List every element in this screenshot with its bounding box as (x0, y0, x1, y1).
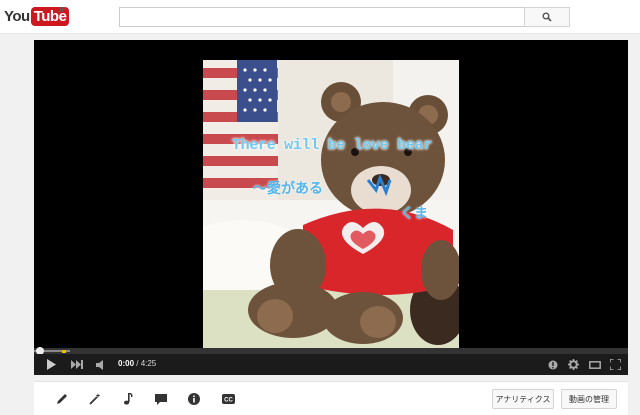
annotations-edit-button[interactable] (153, 391, 169, 407)
logo-you-text: You (4, 7, 30, 25)
cc-icon: CC (221, 394, 235, 404)
play-icon (47, 359, 56, 370)
time-display: 0:00 / 4:25 (118, 359, 156, 368)
time-separator: / (134, 359, 141, 368)
video-overlay-title: There will be love bear (231, 137, 433, 154)
theater-mode-icon (589, 360, 601, 369)
enhancements-wand-icon (89, 393, 101, 405)
next-button[interactable] (70, 357, 84, 372)
enhancements-button[interactable] (87, 391, 103, 407)
logo-region-label: JP (58, 7, 67, 14)
play-button[interactable] (44, 357, 58, 372)
video-overlay-subtitle-end: くま (400, 205, 428, 221)
search-input[interactable] (119, 7, 525, 27)
audio-note-icon (124, 393, 133, 405)
duration: 4:25 (140, 359, 157, 368)
svg-text:CC: CC (224, 397, 233, 403)
info-icon (188, 393, 200, 405)
info-button[interactable] (186, 391, 202, 407)
annotations-button[interactable] (546, 357, 560, 372)
fullscreen-button[interactable] (608, 357, 622, 372)
fullscreen-icon (609, 359, 621, 370)
video-player[interactable]: There will be love bear ～愛がある くま ︿ (34, 40, 628, 375)
theater-mode-button[interactable] (588, 357, 602, 372)
volume-button[interactable] (94, 357, 108, 372)
annotations-speech-icon (155, 393, 167, 405)
search-icon (542, 12, 552, 22)
masthead: You Tube JP (0, 0, 640, 34)
progress-chapter-marker (62, 350, 66, 353)
annotations-icon (548, 360, 558, 369)
video-manager-button[interactable]: 動画の管理 (561, 389, 617, 409)
edit-pencil-icon (57, 394, 67, 404)
settings-button[interactable] (566, 357, 580, 372)
settings-icon (567, 359, 579, 370)
video-overlay-subtitle: ～愛がある (253, 180, 323, 196)
search-button[interactable] (524, 7, 570, 27)
video-frame[interactable]: There will be love bear ～愛がある くま ︿ (203, 60, 459, 350)
analytics-button[interactable]: アナリティクス (492, 389, 554, 409)
volume-icon (96, 359, 103, 370)
current-time: 0:00 (118, 359, 135, 368)
subtitles-button[interactable]: CC (220, 391, 236, 407)
player-controls: 0:00 / 4:25 (34, 354, 628, 375)
edit-button[interactable] (54, 391, 70, 407)
next-icon (71, 360, 83, 369)
audio-button[interactable] (120, 391, 136, 407)
video-actions-bar: CC アナリティクス 動画の管理 (34, 381, 628, 415)
